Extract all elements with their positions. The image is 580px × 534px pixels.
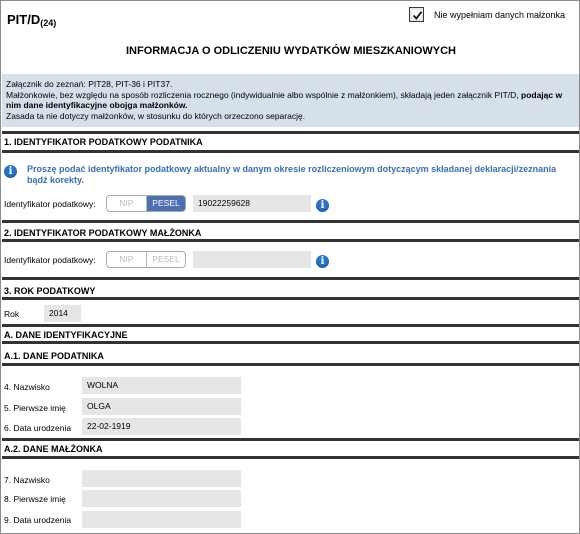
form-code-text: PIT/D [7, 12, 41, 27]
taxpayer-id-info-icon[interactable]: i [316, 199, 329, 212]
section-2-title: 2. IDENTYFIKATOR PODATKOWY MAŁŻONKA [4, 228, 202, 238]
pesel-option[interactable]: PESEL [146, 196, 185, 211]
spouse-first-name-label: 8. Pierwsze imię [4, 494, 66, 504]
spouse-surname-input[interactable] [82, 470, 241, 487]
info-icon: i [4, 165, 17, 178]
spouse-id-input[interactable] [193, 251, 311, 268]
section-3-title: 3. ROK PODATKOWY [4, 286, 96, 296]
spouse-first-name-input[interactable] [82, 490, 241, 507]
section-divider [2, 341, 579, 344]
section-a2-title: A.2. DANE MAŁŻONKA [4, 444, 103, 454]
taxpayer-first-name-input[interactable]: OLGA [82, 398, 241, 415]
section-divider [2, 150, 579, 153]
taxpayer-id-label: Identyfikator podatkowy: [4, 199, 96, 209]
section-divider [2, 324, 579, 327]
form-heading: INFORMACJA O ODLICZENIU WYDATKÓW MIESZKA… [126, 45, 456, 57]
taxpayer-first-name-label: 5. Pierwsze imię [4, 403, 66, 413]
section-divider [2, 438, 579, 441]
checkmark-icon [412, 11, 423, 20]
section-1-title: 1. IDENTYFIKATOR PODATKOWY PODATNIKA [4, 137, 203, 147]
section-a1-title: A.1. DANE PODATNIKA [4, 351, 104, 361]
nip-option[interactable]: NIP [107, 252, 146, 267]
nip-option[interactable]: NIP [107, 196, 146, 211]
attachment-notice: Załącznik do zeznań: PIT28, PIT-36 i PIT… [2, 74, 579, 127]
section-divider [2, 239, 579, 242]
taxpayer-surname-input[interactable]: WOLNA [82, 377, 241, 394]
tax-year-input[interactable]: 2014 [44, 305, 81, 322]
spouse-data-toggle[interactable]: Nie wypełniam danych małżonka [409, 7, 565, 22]
notice-line-3: Zasada ta nie dotyczy małżonków, w stosu… [6, 110, 306, 121]
pesel-option[interactable]: PESEL [146, 252, 185, 267]
spouse-birth-date-label: 9. Data urodzenia [4, 515, 72, 525]
section-divider [2, 277, 579, 280]
notice-line-2-text: Małżonkowie, bez względu na sposób rozli… [6, 89, 519, 100]
notice-line-1: Załącznik do zeznań: PIT28, PIT-36 i PIT… [6, 79, 173, 89]
tax-year-label: Rok [4, 309, 20, 319]
taxpayer-id-input[interactable]: 19022259628 [193, 195, 311, 212]
section-divider [2, 456, 579, 459]
form-code: PIT/D(24) [7, 12, 56, 28]
taxpayer-surname-label: 4. Nazwisko [4, 382, 50, 392]
spouse-checkbox[interactable] [409, 7, 424, 22]
taxpayer-id-type-switch[interactable]: NIP PESEL [106, 195, 186, 212]
section-divider [2, 220, 579, 223]
spouse-id-type-switch[interactable]: NIP PESEL [106, 251, 186, 268]
form-version: (24) [40, 18, 57, 28]
spouse-id-label: Identyfikator podatkowy: [4, 255, 96, 265]
taxpayer-birth-date-input[interactable]: 22-02-1919 [82, 418, 241, 435]
section-divider [2, 131, 579, 134]
section-divider [2, 297, 579, 300]
section-a-title: A. DANE IDENTYFIKACYJNE [4, 330, 128, 340]
spouse-checkbox-label: Nie wypełniam danych małżonka [434, 9, 566, 20]
taxpayer-birth-date-label: 6. Data urodzenia [4, 423, 72, 433]
form-frame: PIT/D(24) Nie wypełniam danych małżonka … [0, 0, 580, 534]
section-divider [2, 363, 579, 366]
spouse-id-info-icon[interactable]: i [316, 255, 329, 268]
spouse-surname-label: 7. Nazwisko [4, 475, 50, 485]
spouse-birth-date-input[interactable] [82, 511, 241, 528]
notice-line-2: Małżonkowie, bez względu na sposób rozli… [6, 90, 575, 111]
taxpayer-id-hint: Proszę podać identyfikator podatkowy akt… [27, 164, 557, 185]
